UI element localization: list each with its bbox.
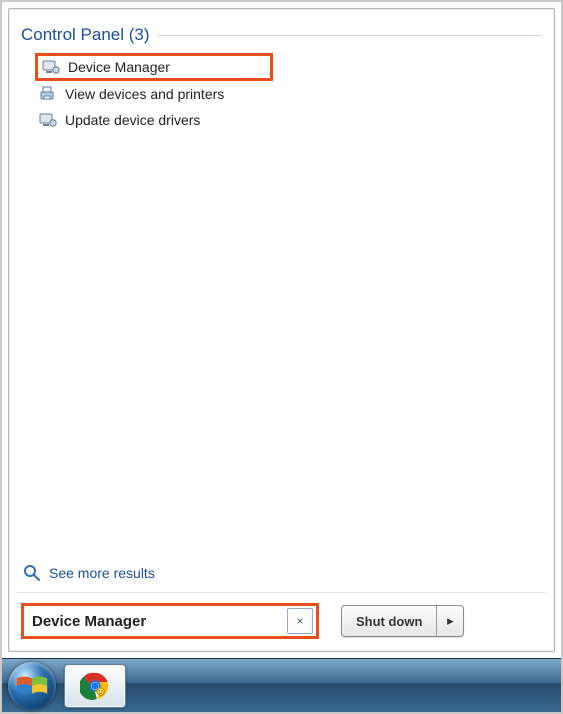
taskbar bbox=[2, 658, 561, 712]
bottom-divider bbox=[17, 592, 546, 593]
bottom-row: × Shut down ▸ bbox=[21, 603, 542, 639]
device-manager-icon bbox=[39, 111, 57, 129]
section-title: Control Panel (3) bbox=[21, 25, 150, 45]
result-label: View devices and printers bbox=[65, 86, 224, 102]
shutdown-button[interactable]: Shut down bbox=[342, 606, 437, 636]
shutdown-options-button[interactable]: ▸ bbox=[437, 606, 463, 636]
see-more-results-link[interactable]: See more results bbox=[21, 560, 542, 592]
results-section-header: Control Panel (3) bbox=[21, 25, 542, 45]
search-input[interactable] bbox=[24, 606, 287, 636]
magnifier-icon bbox=[23, 564, 41, 582]
devices-printers-icon bbox=[39, 85, 57, 103]
result-item-update-drivers[interactable]: Update device drivers bbox=[35, 107, 542, 133]
windows-logo-icon bbox=[13, 667, 51, 705]
see-more-label: See more results bbox=[49, 565, 155, 581]
result-label: Device Manager bbox=[68, 59, 170, 75]
taskbar-chrome-button[interactable] bbox=[64, 664, 126, 708]
result-item-devices-printers[interactable]: View devices and printers bbox=[35, 81, 542, 107]
spacer bbox=[21, 133, 542, 560]
result-list: Device Manager View devices and printers… bbox=[21, 51, 542, 133]
chrome-icon bbox=[80, 671, 110, 701]
result-item-device-manager[interactable]: Device Manager bbox=[38, 54, 174, 80]
shutdown-label: Shut down bbox=[356, 614, 422, 629]
section-divider-line bbox=[158, 35, 542, 36]
search-box-highlight: × bbox=[21, 603, 319, 639]
start-menu-search-results-panel: Control Panel (3) Device Manager View de… bbox=[8, 8, 555, 652]
clear-search-button[interactable]: × bbox=[287, 608, 313, 634]
close-icon: × bbox=[296, 614, 303, 628]
start-button[interactable] bbox=[8, 662, 56, 710]
shutdown-split-button: Shut down ▸ bbox=[341, 605, 464, 637]
chevron-right-icon: ▸ bbox=[447, 613, 454, 629]
result-label: Update device drivers bbox=[65, 112, 200, 128]
highlight-annotation: Device Manager bbox=[35, 53, 273, 81]
device-manager-icon bbox=[42, 58, 60, 76]
